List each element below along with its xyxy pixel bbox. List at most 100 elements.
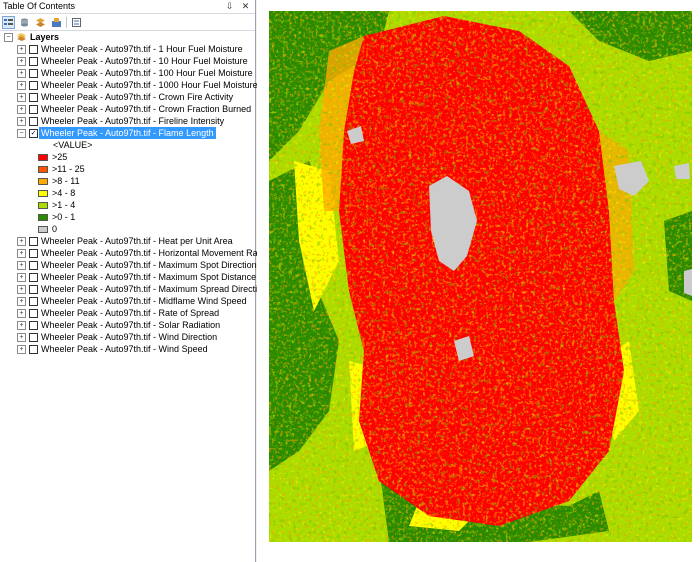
legend-swatch <box>38 214 48 221</box>
grey-patch-right <box>684 269 692 296</box>
layer-row[interactable]: + Wheeler Peak - Auto97th.tif - Rate of S… <box>0 307 256 319</box>
layer-label[interactable]: Wheeler Peak - Auto97th.tif - Wind Direc… <box>41 331 217 343</box>
layer-label[interactable]: Wheeler Peak - Auto97th.tif - Wind Speed <box>41 343 208 355</box>
layer-visibility-checkbox[interactable] <box>29 309 38 318</box>
expand-layer-icon[interactable]: + <box>17 117 26 126</box>
collapse-icon[interactable]: − <box>4 33 13 42</box>
layer-visibility-checkbox[interactable] <box>29 237 38 246</box>
layer-visibility-checkbox[interactable] <box>29 285 38 294</box>
layer-label[interactable]: Wheeler Peak - Auto97th.tif - Maximum Sp… <box>41 271 256 283</box>
layer-visibility-checkbox[interactable] <box>29 261 38 270</box>
list-by-visibility-icon[interactable] <box>34 16 47 29</box>
layer-visibility-checkbox[interactable] <box>29 297 38 306</box>
collapse-layer-icon[interactable]: − <box>17 129 26 138</box>
expand-layer-icon[interactable]: + <box>17 81 26 90</box>
list-by-selection-icon[interactable] <box>50 16 63 29</box>
layer-label[interactable]: Wheeler Peak - Auto97th.tif - Crown Frac… <box>41 103 251 115</box>
layer-visibility-checkbox[interactable] <box>29 93 38 102</box>
layer-label[interactable]: Wheeler Peak - Auto97th.tif - Crown Fire… <box>41 91 233 103</box>
layer-row[interactable]: + Wheeler Peak - Auto97th.tif - Solar Rad… <box>0 319 256 331</box>
layer-visibility-checkbox[interactable] <box>29 249 38 258</box>
layer-row[interactable]: + Wheeler Peak - Auto97th.tif - Crown Fra… <box>0 103 256 115</box>
layer-label[interactable]: Wheeler Peak - Auto97th.tif - 10 Hour Fu… <box>41 55 248 67</box>
layer-row[interactable]: + Wheeler Peak - Auto97th.tif - Fireline … <box>0 115 256 127</box>
legend-label: >25 <box>52 152 68 162</box>
layer-visibility-checkbox[interactable] <box>29 105 38 114</box>
layer-label[interactable]: Wheeler Peak - Auto97th.tif - 1000 Hour … <box>41 79 258 91</box>
layer-visibility-checkbox[interactable] <box>29 345 38 354</box>
layer-row[interactable]: + Wheeler Peak - Auto97th.tif - Maximum S… <box>0 283 267 295</box>
expand-layer-icon[interactable]: + <box>17 261 26 270</box>
layer-row[interactable]: + Wheeler Peak - Auto97th.tif - Crown Fir… <box>0 91 256 103</box>
layers-root-label: Layers <box>30 32 60 42</box>
layer-label[interactable]: Wheeler Peak - Auto97th.tif - 1 Hour Fue… <box>41 43 243 55</box>
expand-layer-icon[interactable]: + <box>17 309 26 318</box>
layer-visibility-checkbox[interactable]: ✓ <box>29 129 38 138</box>
layer-row[interactable]: + Wheeler Peak - Auto97th.tif - Wind Dire… <box>0 331 256 343</box>
legend-label: >4 - 8 <box>52 188 76 198</box>
expand-layer-icon[interactable]: + <box>17 57 26 66</box>
layer-label[interactable]: Wheeler Peak - Auto97th.tif - Rate of Sp… <box>41 307 219 319</box>
list-by-source-icon[interactable] <box>18 16 31 29</box>
layer-row[interactable]: + Wheeler Peak - Auto97th.tif - 1000 Hour… <box>0 79 258 91</box>
expand-layer-icon[interactable]: + <box>17 321 26 330</box>
expand-layer-icon[interactable]: + <box>17 297 26 306</box>
expand-layer-icon[interactable]: + <box>17 105 26 114</box>
layer-visibility-checkbox[interactable] <box>29 81 38 90</box>
layer-visibility-checkbox[interactable] <box>29 117 38 126</box>
layer-row[interactable]: + Wheeler Peak - Auto97th.tif - 100 Hour … <box>0 67 256 79</box>
layer-visibility-checkbox[interactable] <box>29 333 38 342</box>
toolbar-separator <box>66 16 67 28</box>
flame-length-raster-map[interactable] <box>269 11 692 542</box>
legend-swatch <box>38 154 48 161</box>
layer-visibility-checkbox[interactable] <box>29 321 38 330</box>
layer-label[interactable]: Wheeler Peak - Auto97th.tif - Horizontal… <box>41 247 265 259</box>
layer-label[interactable]: Wheeler Peak - Auto97th.tif - Solar Radi… <box>41 319 220 331</box>
layer-row[interactable]: + Wheeler Peak - Auto97th.tif - Wind Spee… <box>0 343 256 355</box>
legend-label: >8 - 11 <box>52 176 80 186</box>
expand-layer-icon[interactable]: + <box>17 333 26 342</box>
layer-visibility-checkbox[interactable] <box>29 57 38 66</box>
layer-label-selected[interactable]: Wheeler Peak - Auto97th.tif - Flame Leng… <box>39 127 216 139</box>
layer-label[interactable]: Wheeler Peak - Auto97th.tif - Maximum Sp… <box>41 283 267 295</box>
layer-row[interactable]: + Wheeler Peak - Auto97th.tif - Horizonta… <box>0 247 265 259</box>
legend-swatch <box>38 190 48 197</box>
layer-visibility-checkbox[interactable] <box>29 69 38 78</box>
options-icon[interactable] <box>70 16 83 29</box>
toc-title-bar: Table Of Contents ⇩ ✕ <box>0 0 255 14</box>
expand-layer-icon[interactable]: + <box>17 273 26 282</box>
legend-label: 0 <box>52 224 58 234</box>
layer-row[interactable]: + Wheeler Peak - Auto97th.tif - Maximum S… <box>0 271 256 283</box>
layer-visibility-checkbox[interactable] <box>29 45 38 54</box>
legend-swatch <box>38 166 48 173</box>
layer-row[interactable]: + Wheeler Peak - Auto97th.tif - 1 Hour Fu… <box>0 43 256 55</box>
layer-label[interactable]: Wheeler Peak - Auto97th.tif - 100 Hour F… <box>41 67 253 79</box>
layer-label[interactable]: Wheeler Peak - Auto97th.tif - Maximum Sp… <box>41 259 257 271</box>
close-icon[interactable]: ✕ <box>240 0 251 13</box>
expand-layer-icon[interactable]: + <box>17 345 26 354</box>
legend-swatch <box>38 178 48 185</box>
legend-heading-label: <VALUE> <box>53 140 93 150</box>
legend-swatch <box>38 202 48 209</box>
expand-layer-icon[interactable]: + <box>17 285 26 294</box>
layer-label[interactable]: Wheeler Peak - Auto97th.tif - Midflame W… <box>41 295 247 307</box>
list-by-drawing-order-icon[interactable] <box>2 15 15 29</box>
layer-row-flame-length[interactable]: − ✓ Wheeler Peak - Auto97th.tif - Flame … <box>0 127 256 139</box>
expand-layer-icon[interactable]: + <box>17 237 26 246</box>
layers-root-row[interactable]: − Layers <box>0 31 256 43</box>
expand-layer-icon[interactable]: + <box>17 69 26 78</box>
expand-layer-icon[interactable]: + <box>17 249 26 258</box>
expand-layer-icon[interactable]: + <box>17 45 26 54</box>
pin-icon[interactable]: ⇩ <box>224 0 235 13</box>
layer-label[interactable]: Wheeler Peak - Auto97th.tif - Heat per U… <box>41 235 233 247</box>
layer-row[interactable]: + Wheeler Peak - Auto97th.tif - 10 Hour F… <box>0 55 256 67</box>
layer-row[interactable]: + Wheeler Peak - Auto97th.tif - Midflame … <box>0 295 256 307</box>
layer-row[interactable]: + Wheeler Peak - Auto97th.tif - Heat per … <box>0 235 256 247</box>
map-view[interactable] <box>257 0 700 562</box>
layer-label[interactable]: Wheeler Peak - Auto97th.tif - Fireline I… <box>41 115 224 127</box>
table-of-contents-panel: Table Of Contents ⇩ ✕ − Layers + Wheeler … <box>0 0 267 562</box>
layer-visibility-checkbox[interactable] <box>29 273 38 282</box>
texture-yellow <box>269 11 692 542</box>
layer-row[interactable]: + Wheeler Peak - Auto97th.tif - Maximum S… <box>0 259 257 271</box>
expand-layer-icon[interactable]: + <box>17 93 26 102</box>
